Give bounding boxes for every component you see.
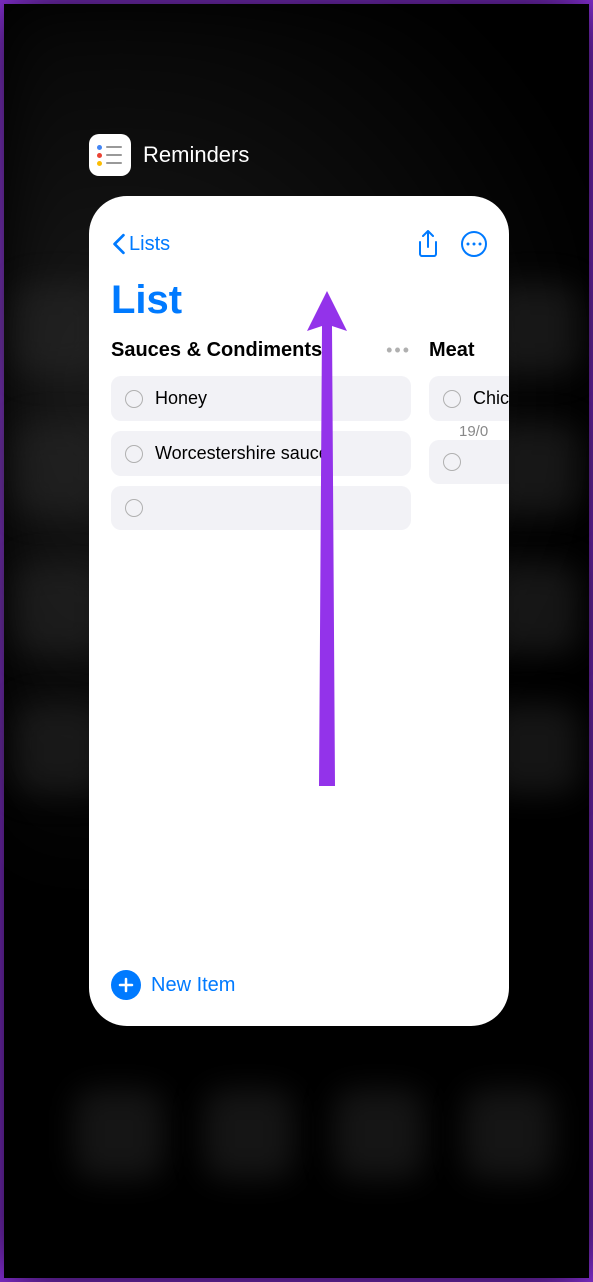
- column-title: Meat: [429, 339, 475, 362]
- page-title: List: [89, 266, 509, 339]
- reminder-item-empty[interactable]: [111, 486, 411, 530]
- reminder-item[interactable]: Worcestershire sauce: [111, 431, 411, 476]
- app-name-label: Reminders: [143, 142, 249, 168]
- back-label: Lists: [129, 233, 170, 256]
- new-item-label: New Item: [151, 974, 235, 997]
- column-header: Meat: [429, 339, 509, 362]
- reminder-text: Honey: [155, 388, 207, 409]
- reminder-text: Chic: [473, 388, 509, 409]
- new-item-button[interactable]: New Item: [111, 970, 235, 1000]
- column-title: Sauces & Condiments: [111, 339, 322, 362]
- column-header: Sauces & Condiments •••: [111, 339, 411, 362]
- column-sauces: Sauces & Condiments ••• Honey Worcesters…: [111, 339, 411, 540]
- reminder-item-empty[interactable]: [429, 440, 509, 484]
- reminders-app-icon: [89, 134, 131, 176]
- more-options-button[interactable]: [461, 231, 487, 257]
- column-meat: Meat Chic 19/0: [429, 339, 509, 540]
- reminder-due-date: 19/0: [459, 423, 509, 440]
- ellipsis-circle-icon: [461, 231, 487, 257]
- reminder-item[interactable]: Honey: [111, 376, 411, 421]
- share-button[interactable]: [417, 230, 439, 258]
- reminder-item[interactable]: Chic: [429, 376, 509, 421]
- chevron-left-icon: [111, 233, 127, 255]
- checkbox-icon[interactable]: [125, 390, 143, 408]
- app-switcher-card[interactable]: Reminders Lists List Sauces & Condiments: [89, 134, 509, 1026]
- checkbox-icon[interactable]: [443, 453, 461, 471]
- plus-circle-icon: [111, 970, 141, 1000]
- checkbox-icon[interactable]: [125, 499, 143, 517]
- reminder-text: Worcestershire sauce: [155, 443, 329, 464]
- navigation-bar: Lists: [89, 216, 509, 266]
- app-window[interactable]: Lists List Sauces & Condiments •••: [89, 196, 509, 1026]
- kanban-columns[interactable]: Sauces & Condiments ••• Honey Worcesters…: [89, 339, 509, 540]
- app-header: Reminders: [89, 134, 509, 176]
- back-button[interactable]: Lists: [111, 233, 170, 256]
- checkbox-icon[interactable]: [125, 445, 143, 463]
- share-icon: [417, 230, 439, 258]
- column-menu-button[interactable]: •••: [386, 340, 411, 361]
- checkbox-icon[interactable]: [443, 390, 461, 408]
